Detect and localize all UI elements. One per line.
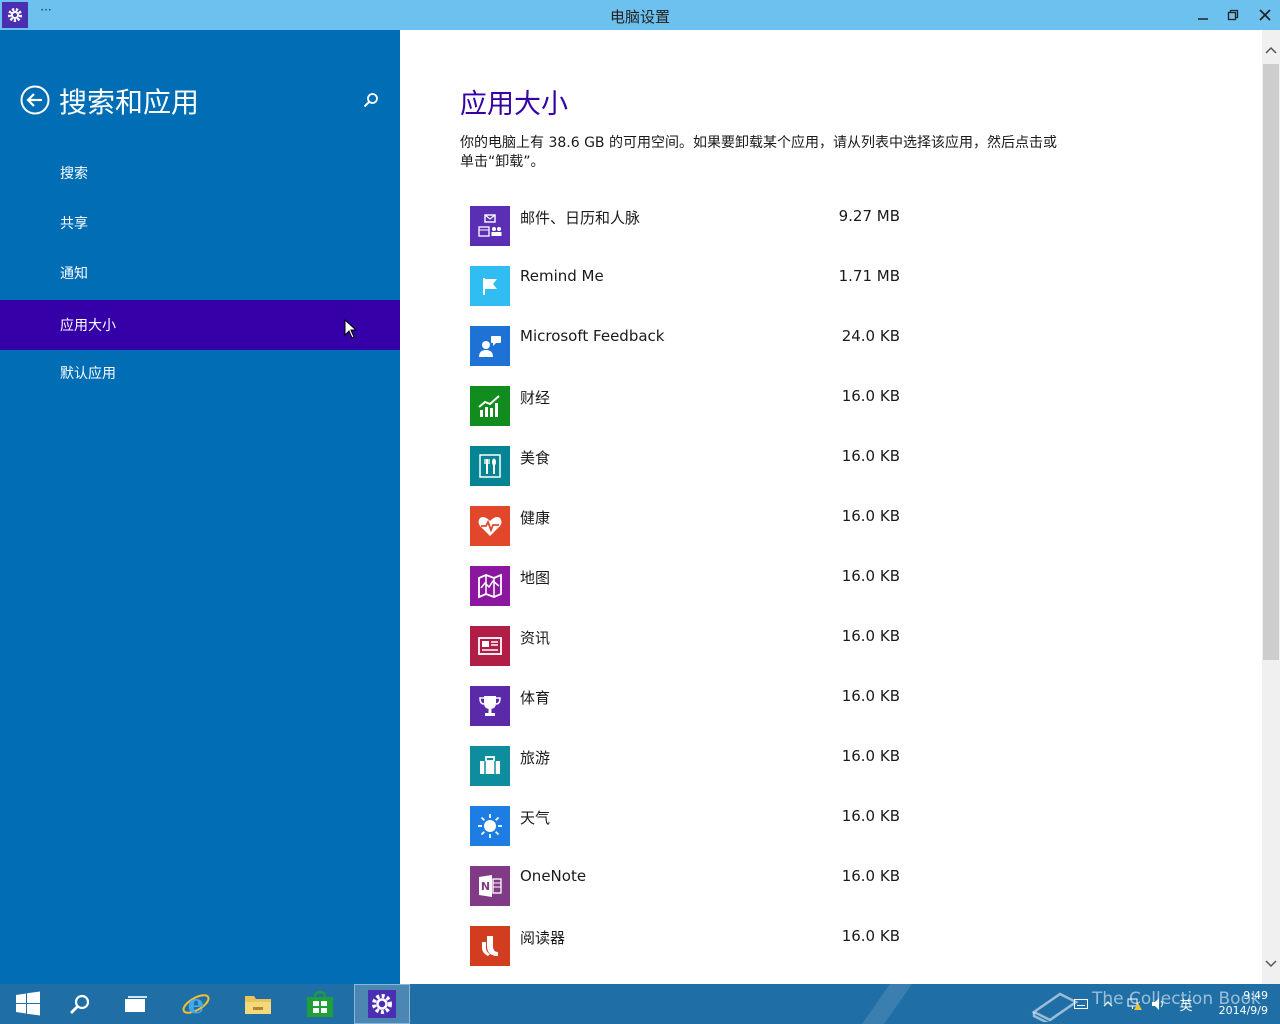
- page-title: 应用大小: [460, 89, 568, 120]
- clock-time: 9:49: [1243, 989, 1268, 1002]
- sidebar: 搜索和应用 搜索 共享 通知 应用大小 默认应用: [0, 30, 400, 984]
- mouse-cursor-icon: [344, 318, 358, 339]
- app-size: 1.71 MB: [838, 267, 900, 285]
- keyboard-icon[interactable]: [1072, 984, 1090, 1024]
- sidebar-item-label: 应用大小: [60, 318, 116, 334]
- ime-indicator[interactable]: 英: [1176, 984, 1196, 1024]
- app-list-item[interactable]: 资讯 16.0 KB: [470, 626, 910, 666]
- minimize-button[interactable]: [1188, 0, 1218, 30]
- page-description: 你的电脑上有 38.6 GB 的可用空间。如果要卸载某个应用，请从列表中选择该应…: [460, 135, 1057, 170]
- app-name: 体育: [520, 689, 551, 707]
- sidebar-item-label: 共享: [60, 216, 88, 232]
- store-icon[interactable]: [292, 984, 348, 1024]
- app-size: 24.0 KB: [841, 327, 900, 345]
- app-list-item[interactable]: Microsoft Feedback 24.0 KB: [470, 326, 910, 366]
- app-size: 16.0 KB: [841, 507, 900, 525]
- app-name: 财经: [520, 389, 551, 407]
- taskbar: e The Collection Book 英 9:49 2014/9/9: [0, 984, 1280, 1024]
- window-title: 电脑设置: [609, 8, 670, 26]
- task-view-icon[interactable]: [108, 984, 164, 1024]
- close-button[interactable]: [1250, 0, 1280, 30]
- app-name: Microsoft Feedback: [520, 327, 665, 345]
- svg-text:e: e: [188, 990, 205, 1020]
- show-hidden-icons-chevron-icon[interactable]: [1100, 984, 1116, 1024]
- title-bar: ··· 电脑设置: [0, 0, 1280, 30]
- sidebar-item-label: 搜索: [60, 166, 88, 182]
- app-size: 16.0 KB: [841, 387, 900, 405]
- search-icon[interactable]: [52, 984, 108, 1024]
- app-name: OneNote: [520, 867, 587, 885]
- restore-button[interactable]: [1218, 0, 1248, 30]
- app-size: 16.0 KB: [841, 747, 900, 765]
- app-list-item[interactable]: Remind Me 1.71 MB: [470, 266, 910, 306]
- heart-pulse-icon: [470, 506, 510, 546]
- app-size: 16.0 KB: [841, 807, 900, 825]
- app-name: 美食: [520, 449, 551, 467]
- section-title: 搜索和应用: [59, 86, 200, 119]
- taskbar-clock[interactable]: 9:49 2014/9/9: [1198, 988, 1268, 1018]
- settings-icon[interactable]: [354, 984, 410, 1024]
- sidebar-item-notifications[interactable]: 通知: [0, 248, 400, 298]
- mail-calendar-people-icon: [470, 206, 510, 246]
- sidebar-item-label: 通知: [60, 266, 88, 282]
- internet-explorer-icon[interactable]: e: [168, 984, 224, 1024]
- trophy-icon: [470, 686, 510, 726]
- sidebar-item-app-sizes[interactable]: 应用大小: [0, 300, 400, 350]
- volume-icon[interactable]: [1150, 984, 1168, 1024]
- vertical-scrollbar[interactable]: [1262, 30, 1280, 984]
- onenote-icon: N: [470, 866, 510, 906]
- app-size: 16.0 KB: [841, 447, 900, 465]
- scrollbar-thumb[interactable]: [1263, 64, 1279, 660]
- sidebar-item-share[interactable]: 共享: [0, 198, 400, 248]
- app-name: Remind Me: [520, 267, 604, 285]
- scroll-up-arrow-icon[interactable]: [1262, 38, 1280, 62]
- start-icon[interactable]: [0, 984, 56, 1024]
- app-name: 资讯: [520, 629, 551, 647]
- app-name: 邮件、日历和人脉: [520, 209, 641, 227]
- suitcase-icon: [470, 746, 510, 786]
- flag-icon: [470, 266, 510, 306]
- app-list-item[interactable]: 财经 16.0 KB: [470, 386, 910, 426]
- svg-text:N: N: [481, 880, 490, 893]
- newspaper-icon: [470, 626, 510, 666]
- search-icon[interactable]: [362, 91, 380, 109]
- fork-spoon-icon: [470, 446, 510, 486]
- file-explorer-icon[interactable]: [230, 984, 286, 1024]
- app-size: 16.0 KB: [841, 687, 900, 705]
- app-list-item[interactable]: 美食 16.0 KB: [470, 446, 910, 486]
- feedback-icon: [470, 326, 510, 366]
- app-size: 16.0 KB: [841, 867, 900, 885]
- app-size: 9.27 MB: [838, 207, 900, 225]
- sidebar-item-label: 默认应用: [60, 366, 116, 382]
- app-list-item[interactable]: 体育 16.0 KB: [470, 686, 910, 726]
- app-size: 16.0 KB: [841, 627, 900, 645]
- app-list-item[interactable]: 阅读器 16.0 KB: [470, 926, 910, 966]
- app-list-item[interactable]: 旅游 16.0 KB: [470, 746, 910, 786]
- app-list-item[interactable]: 天气 16.0 KB: [470, 806, 910, 846]
- network-warning-icon[interactable]: [1126, 984, 1144, 1024]
- sidebar-item-default-apps[interactable]: 默认应用: [0, 348, 400, 398]
- app-name: 阅读器: [520, 929, 566, 947]
- app-list-item[interactable]: 地图 16.0 KB: [470, 566, 910, 606]
- main-content: 应用大小 你的电脑上有 38.6 GB 的可用空间。如果要卸载某个应用，请从列表…: [400, 30, 1262, 984]
- clock-date: 2014/9/9: [1218, 1004, 1268, 1017]
- app-size: 16.0 KB: [841, 927, 900, 945]
- app-name: 健康: [520, 509, 551, 527]
- app-list-item[interactable]: N OneNote 16.0 KB: [470, 866, 910, 906]
- map-icon: [470, 566, 510, 606]
- scroll-down-arrow-icon[interactable]: [1262, 952, 1280, 976]
- sun-icon: [470, 806, 510, 846]
- app-size: 16.0 KB: [841, 567, 900, 585]
- reader-icon: [470, 926, 510, 966]
- back-button[interactable]: [20, 85, 50, 115]
- app-list-item[interactable]: 健康 16.0 KB: [470, 506, 910, 546]
- sidebar-item-search[interactable]: 搜索: [0, 148, 400, 198]
- app-name: 天气: [520, 809, 551, 827]
- app-list-item[interactable]: 邮件、日历和人脉 9.27 MB: [470, 206, 910, 246]
- app-name: 地图: [520, 569, 551, 587]
- taskbar-decoration: [861, 984, 913, 1024]
- app-name: 旅游: [520, 749, 551, 767]
- finance-chart-icon: [470, 386, 510, 426]
